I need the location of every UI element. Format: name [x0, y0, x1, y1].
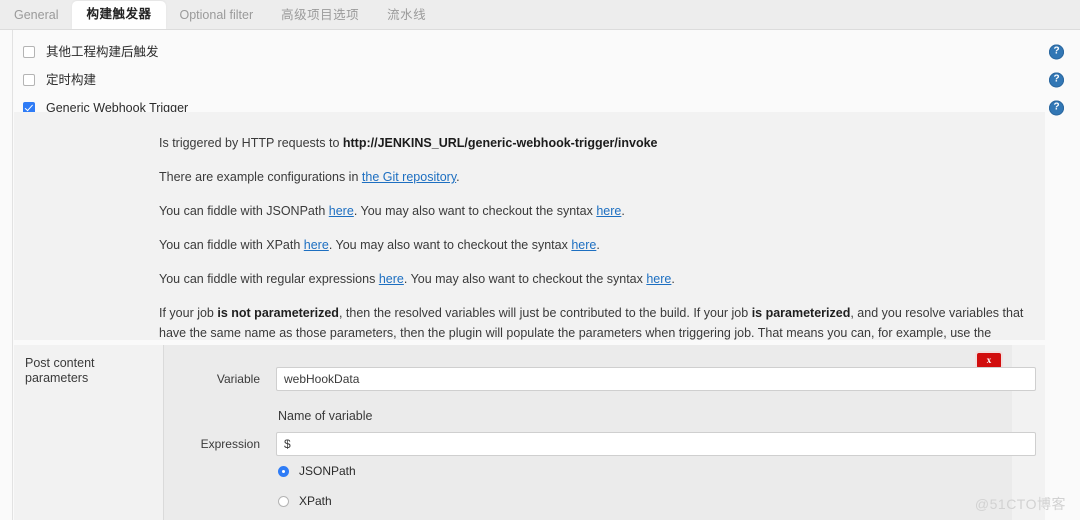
help-icon-after-other-projects[interactable]: ? [1049, 44, 1064, 59]
expression-field-label: Expression [200, 437, 260, 451]
delete-parameter-button[interactable]: x [977, 353, 1001, 368]
para-bold-not-parameterized: is not parameterized [217, 306, 339, 320]
desc-line4-pre: You can fiddle with XPath [159, 238, 304, 252]
tab-advanced-project-options[interactable]: 高级项目选项 [267, 2, 373, 29]
radio-xpath[interactable] [278, 495, 289, 507]
post-content-parameter-entry: x Variable Name of variable Expression J… [163, 345, 1036, 520]
link-xpath-fiddle[interactable]: here [304, 238, 329, 252]
desc-line2-pre: There are example configurations in [159, 170, 362, 184]
tab-advanced-project-options-label: 高级项目选项 [281, 8, 360, 22]
desc-line-trigger-url: Is triggered by HTTP requests to http://… [159, 134, 1027, 153]
webhook-description-block: Is triggered by HTTP requests to http://… [14, 112, 1045, 359]
link-regex-fiddle[interactable]: here [379, 272, 404, 286]
link-git-repository[interactable]: the Git repository [362, 170, 456, 184]
para-pre: If your job [159, 306, 218, 320]
help-icon-glyph: ? [1053, 73, 1060, 85]
close-icon: x [986, 355, 992, 365]
desc-line5-pre: You can fiddle with regular expressions [159, 272, 379, 286]
desc-line4-post: . [596, 238, 600, 252]
link-regex-syntax[interactable]: here [646, 272, 671, 286]
trigger-label-after-other-projects: 其他工程构建后触发 [46, 44, 159, 59]
tab-pipeline-label: 流水线 [387, 8, 427, 22]
link-jsonpath-syntax[interactable]: here [596, 204, 621, 218]
watermark: @51CTO博客 [974, 496, 1066, 512]
help-icon-glyph: ? [1053, 45, 1060, 57]
tab-build-triggers[interactable]: 构建触发器 [72, 1, 166, 29]
desc-line-regex: You can fiddle with regular expressions … [159, 270, 1027, 289]
variable-field-row: Variable [178, 367, 1036, 391]
tab-optional-filter-label: Optional filter [179, 8, 254, 22]
webhook-invoke-url: http://JENKINS_URL/generic-webhook-trigg… [342, 136, 658, 150]
desc-line1-pre: Is triggered by HTTP requests to [159, 136, 343, 150]
radio-xpath-label: XPath [299, 494, 332, 508]
desc-line2-post: . [456, 170, 460, 184]
desc-line5-mid: . You may also want to checkout the synt… [403, 272, 647, 286]
jenkins-job-config-screen: General 构建触发器 Optional filter 高级项目选项 流水线… [0, 0, 1080, 520]
checkbox-after-other-projects[interactable] [23, 45, 35, 58]
config-tab-bar: General 构建触发器 Optional filter 高级项目选项 流水线 [0, 0, 1080, 30]
tab-general[interactable]: General [0, 2, 72, 29]
tab-optional-filter[interactable]: Optional filter [166, 2, 268, 29]
variable-input[interactable] [276, 367, 1036, 391]
para-bold-parameterized: is parameterized [751, 306, 851, 320]
trigger-label-build-periodically: 定时构建 [46, 72, 97, 87]
variable-help-text: Name of variable [278, 409, 373, 423]
desc-line5-post: . [671, 272, 675, 286]
desc-line-jsonpath: You can fiddle with JSONPath here. You m… [159, 202, 1027, 221]
link-xpath-syntax[interactable]: here [571, 238, 596, 252]
tab-build-triggers-label: 构建触发器 [86, 7, 152, 21]
tab-pipeline[interactable]: 流水线 [373, 2, 440, 29]
desc-line3-mid: . You may also want to checkout the synt… [353, 204, 597, 218]
radio-jsonpath-label: JSONPath [299, 464, 356, 478]
link-jsonpath-fiddle[interactable]: here [329, 204, 354, 218]
checkbox-build-periodically[interactable] [23, 73, 35, 86]
help-icon-generic-webhook[interactable]: ? [1049, 100, 1064, 115]
desc-line3-post: . [621, 204, 625, 218]
trigger-row-build-periodically[interactable]: 定时构建 ? [13, 66, 1070, 93]
desc-line4-mid: . You may also want to checkout the synt… [328, 238, 572, 252]
help-icon-glyph: ? [1053, 101, 1060, 113]
tab-general-label: General [14, 8, 59, 22]
desc-line-xpath: You can fiddle with XPath here. You may … [159, 236, 1027, 255]
trigger-row-after-other-projects[interactable]: 其他工程构建后触发 ? [13, 38, 1070, 65]
radio-jsonpath[interactable] [278, 465, 289, 477]
desc-line-example-configs: There are example configurations in the … [159, 168, 1027, 187]
expression-input[interactable] [276, 432, 1036, 456]
post-content-parameters-section: Post content parameters x Variable Name … [14, 345, 1045, 520]
expression-field-row: Expression [178, 432, 1036, 456]
radio-row-jsonpath[interactable]: JSONPath [278, 464, 356, 478]
help-icon-build-periodically[interactable]: ? [1049, 72, 1064, 87]
para-mid1: , then the resolved variables will just … [338, 306, 752, 320]
variable-field-label: Variable [216, 372, 260, 386]
desc-line3-pre: You can fiddle with JSONPath [159, 204, 329, 218]
radio-row-xpath[interactable]: XPath [278, 494, 332, 508]
post-content-parameters-label: Post content parameters [25, 356, 95, 385]
